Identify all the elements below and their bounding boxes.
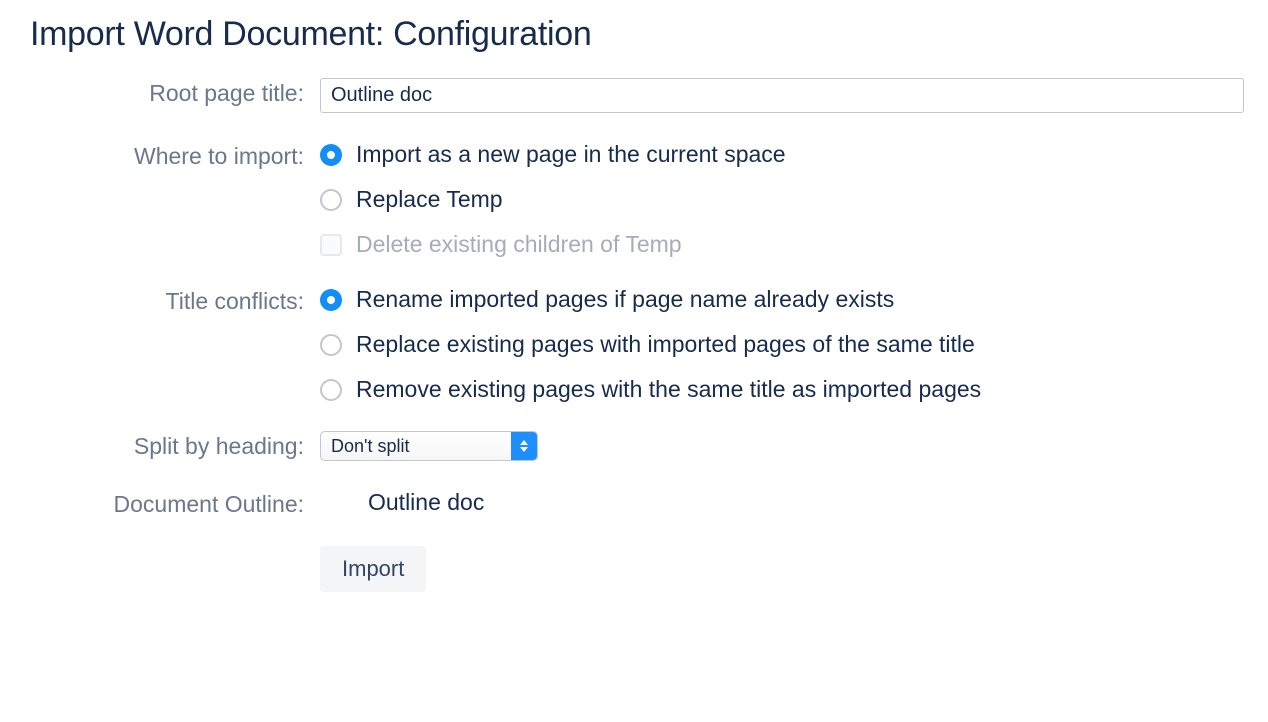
rename-pages-radio[interactable] [320,289,342,311]
page-title: Import Word Document: Configuration [30,15,1238,54]
remove-pages-label: Remove existing pages with the same titl… [356,376,981,403]
replace-pages-radio[interactable] [320,334,342,356]
split-by-heading-label: Split by heading: [30,431,320,460]
document-outline-label: Document Outline: [30,489,320,518]
replace-pages-label: Replace existing pages with imported pag… [356,331,975,358]
root-page-title-input[interactable] [320,78,1244,113]
where-to-import-label: Where to import: [30,141,320,170]
select-arrows-icon [511,432,537,460]
document-outline-value: Outline doc [320,489,1238,516]
root-page-title-label: Root page title: [30,78,320,107]
split-by-heading-select[interactable]: Don't split [320,431,538,461]
replace-temp-label: Replace Temp [356,186,503,213]
import-new-page-radio[interactable] [320,144,342,166]
delete-children-checkbox [320,234,342,256]
title-conflicts-label: Title conflicts: [30,286,320,315]
import-button[interactable]: Import [320,546,426,592]
split-by-heading-value: Don't split [321,432,511,460]
replace-temp-radio[interactable] [320,189,342,211]
import-new-page-label: Import as a new page in the current spac… [356,141,786,168]
rename-pages-label: Rename imported pages if page name alrea… [356,286,894,313]
remove-pages-radio[interactable] [320,379,342,401]
delete-children-label: Delete existing children of Temp [356,231,682,258]
